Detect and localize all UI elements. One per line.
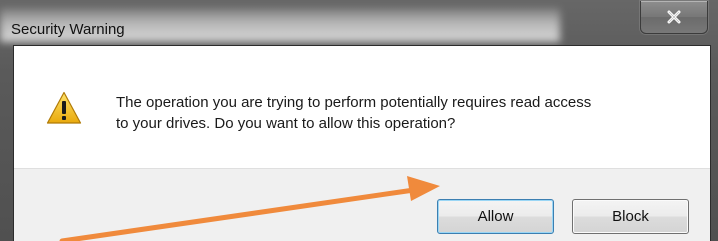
warning-message: The operation you are trying to perform … <box>116 92 696 134</box>
close-button[interactable] <box>640 1 708 34</box>
allow-button[interactable]: Allow <box>437 199 554 234</box>
message-area: The operation you are trying to perform … <box>14 46 710 168</box>
warning-icon <box>46 91 82 124</box>
button-area: Allow Block <box>14 168 710 241</box>
dialog-content: The operation you are trying to perform … <box>13 45 711 241</box>
security-warning-dialog: Security Warning The operation you are t… <box>0 0 718 241</box>
close-icon <box>667 10 681 24</box>
title-bar[interactable]: Security Warning <box>0 0 718 45</box>
block-button[interactable]: Block <box>572 199 689 234</box>
message-line-2: to your drives. Do you want to allow thi… <box>116 115 456 132</box>
dialog-title: Security Warning <box>11 21 125 38</box>
message-line-1: The operation you are trying to perform … <box>116 94 592 111</box>
